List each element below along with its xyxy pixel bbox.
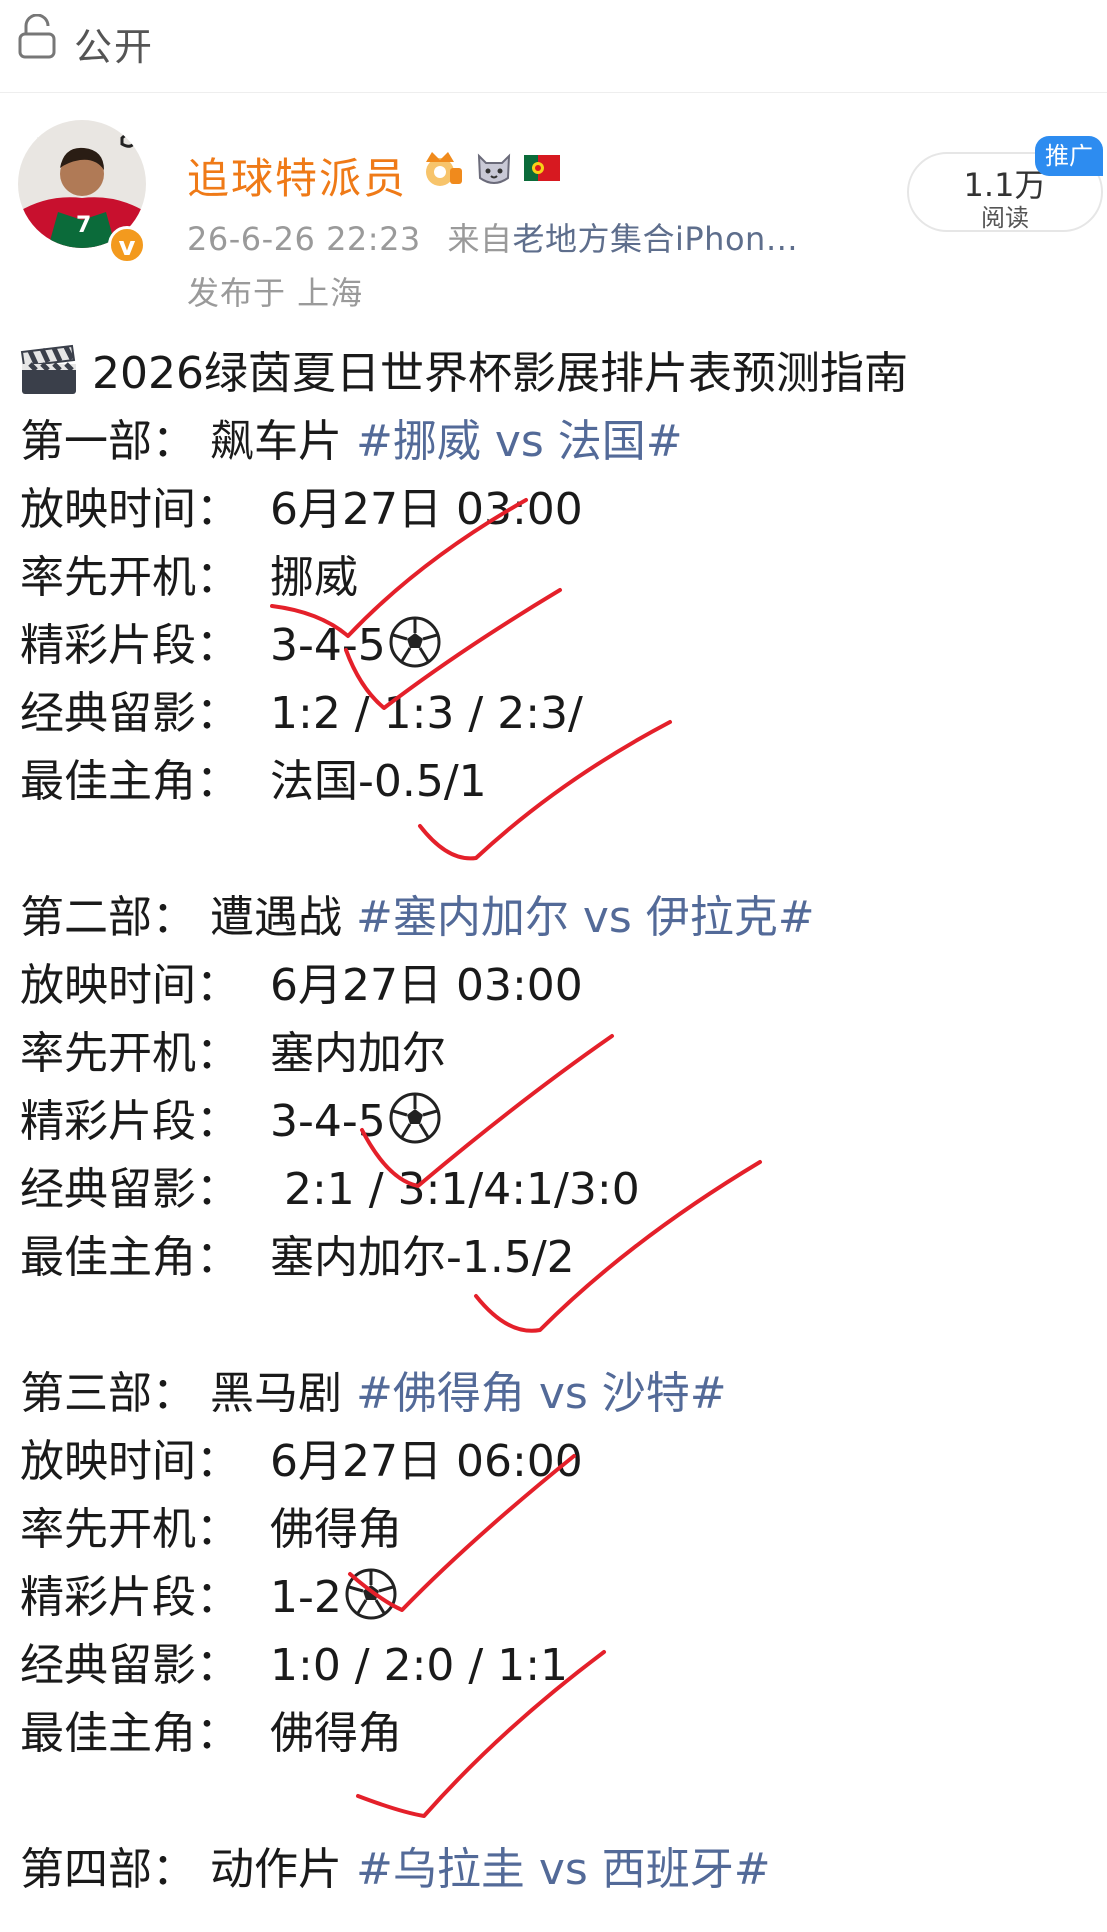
row-value: 塞内加尔-1.5/2	[270, 1232, 575, 1283]
row-label: 放映时间：	[20, 960, 240, 1011]
row-value: 2:1 / 3:1/4:1/3:0	[270, 1164, 640, 1215]
section-label: 第四部：	[20, 1844, 196, 1895]
section-label: 第三部：	[20, 1368, 196, 1419]
row-label: 精彩片段：	[20, 1572, 240, 1623]
soccer-ball-icon	[389, 616, 441, 668]
post-time: 26-6-26 22:23	[187, 220, 421, 258]
row-value: 佛得角	[270, 1504, 402, 1555]
verified-badge: v	[108, 226, 146, 264]
row-value: 佛得角	[270, 1708, 402, 1759]
soccer-ball-icon	[389, 1092, 441, 1144]
info-row: 精彩片段： 3-4-5	[20, 1088, 442, 1156]
info-row: 精彩片段： 3-4-5	[20, 612, 442, 680]
hashtag-link[interactable]: #乌拉圭 vs 西班牙#	[356, 1844, 771, 1895]
promote-badge[interactable]: 推广	[1035, 136, 1103, 176]
section-header: 第一部： 飙车片 #挪威 vs 法国#	[20, 408, 683, 476]
section-type: 遭遇战	[210, 892, 342, 943]
post-location: 发布于 上海	[187, 274, 364, 312]
portugal-flag-icon	[524, 155, 560, 181]
row-value: 1:0 / 2:0 / 1:1	[270, 1640, 569, 1691]
crown-badge-icon	[426, 152, 462, 186]
row-label: 最佳主角：	[20, 756, 240, 807]
row-label: 最佳主角：	[20, 1708, 240, 1759]
row-value: 1-2	[270, 1572, 342, 1623]
row-label: 经典留影：	[20, 688, 240, 739]
info-row: 最佳主角： 塞内加尔-1.5/2	[20, 1224, 575, 1292]
row-label: 率先开机：	[20, 1504, 240, 1555]
row-value: 6月27日 03:00	[270, 960, 583, 1011]
info-row: 放映时间： 6月27日 06:00	[20, 1428, 583, 1496]
row-value: 3-4-5	[270, 620, 386, 671]
info-row: 最佳主角： 法国-0.5/1	[20, 748, 487, 816]
svg-text:7: 7	[76, 213, 91, 238]
section-label: 第二部：	[20, 892, 196, 943]
info-row: 精彩片段： 1-2	[20, 1564, 398, 1632]
soccer-ball-icon	[345, 1568, 397, 1620]
row-value: 塞内加尔	[270, 1028, 446, 1079]
section-header: 第二部： 遭遇战 #塞内加尔 vs 伊拉克#	[20, 884, 815, 952]
read-count-label: 阅读	[981, 204, 1029, 232]
row-label: 精彩片段：	[20, 620, 240, 671]
section-label: 第一部：	[20, 416, 196, 467]
row-label: 经典留影：	[20, 1640, 240, 1691]
hashtag-link[interactable]: #塞内加尔 vs 伊拉克#	[356, 892, 815, 943]
row-label: 率先开机：	[20, 552, 240, 603]
row-label: 经典留影：	[20, 1164, 240, 1215]
section-type: 动作片	[210, 1844, 342, 1895]
info-row: 率先开机： 挪威	[20, 544, 358, 612]
row-label: 率先开机：	[20, 1028, 240, 1079]
row-value: 1:2 / 1:3 / 2:3/	[270, 688, 583, 739]
post-title: 2026绿茵夏日世界杯影展排片表预测指南	[92, 348, 908, 399]
row-label: 最佳主角：	[20, 1232, 240, 1283]
hashtag-link[interactable]: #挪威 vs 法国#	[356, 416, 683, 467]
author-tags	[420, 148, 560, 188]
hashtag-link[interactable]: #佛得角 vs 沙特#	[356, 1368, 727, 1419]
visibility-label: 公开	[74, 25, 155, 69]
info-row: 放映时间： 6月27日 03:00	[20, 952, 583, 1020]
post-title-line: 2026绿茵夏日世界杯影展排片表预测指南	[20, 340, 908, 408]
info-row: 率先开机： 佛得角	[20, 1496, 402, 1564]
source-prefix: 来自	[447, 220, 513, 258]
cat-emoji-icon	[477, 153, 511, 184]
row-value: 6月27日 06:00	[270, 1436, 583, 1487]
row-label: 放映时间：	[20, 1436, 240, 1487]
visibility-bar: 公开	[0, 0, 1107, 93]
info-row: 经典留影： 1:0 / 2:0 / 1:1	[20, 1632, 568, 1700]
row-value: 法国-0.5/1	[270, 756, 487, 807]
row-value: 6月27日 03:00	[270, 484, 583, 535]
row-value: 3-4-5	[270, 1096, 386, 1147]
post-meta: 26-6-26 22:23 来自老地方集合iPhon…	[187, 214, 798, 260]
section-header: 第三部： 黑马剧 #佛得角 vs 沙特#	[20, 1360, 727, 1428]
row-label: 放映时间：	[20, 484, 240, 535]
author-name[interactable]: 追球特派员	[187, 145, 407, 206]
info-row: 经典留影： 2:1 / 3:1/4:1/3:0	[20, 1156, 640, 1224]
clapper-board-icon	[20, 344, 76, 394]
info-row: 经典留影： 1:2 / 1:3 / 2:3/	[20, 680, 583, 748]
row-label: 精彩片段：	[20, 1096, 240, 1147]
info-row: 率先开机： 塞内加尔	[20, 1020, 446, 1088]
row-value: 挪威	[270, 552, 358, 603]
section-type: 黑马剧	[210, 1368, 342, 1419]
info-row: 最佳主角： 佛得角	[20, 1700, 402, 1768]
lock-open-icon	[18, 14, 56, 59]
post-source-link[interactable]: 老地方集合iPhon…	[512, 220, 798, 258]
section-type: 飙车片	[210, 416, 342, 467]
section-header: 第四部： 动作片 #乌拉圭 vs 西班牙#	[20, 1836, 771, 1904]
info-row: 放映时间： 6月27日 03:00	[20, 476, 583, 544]
